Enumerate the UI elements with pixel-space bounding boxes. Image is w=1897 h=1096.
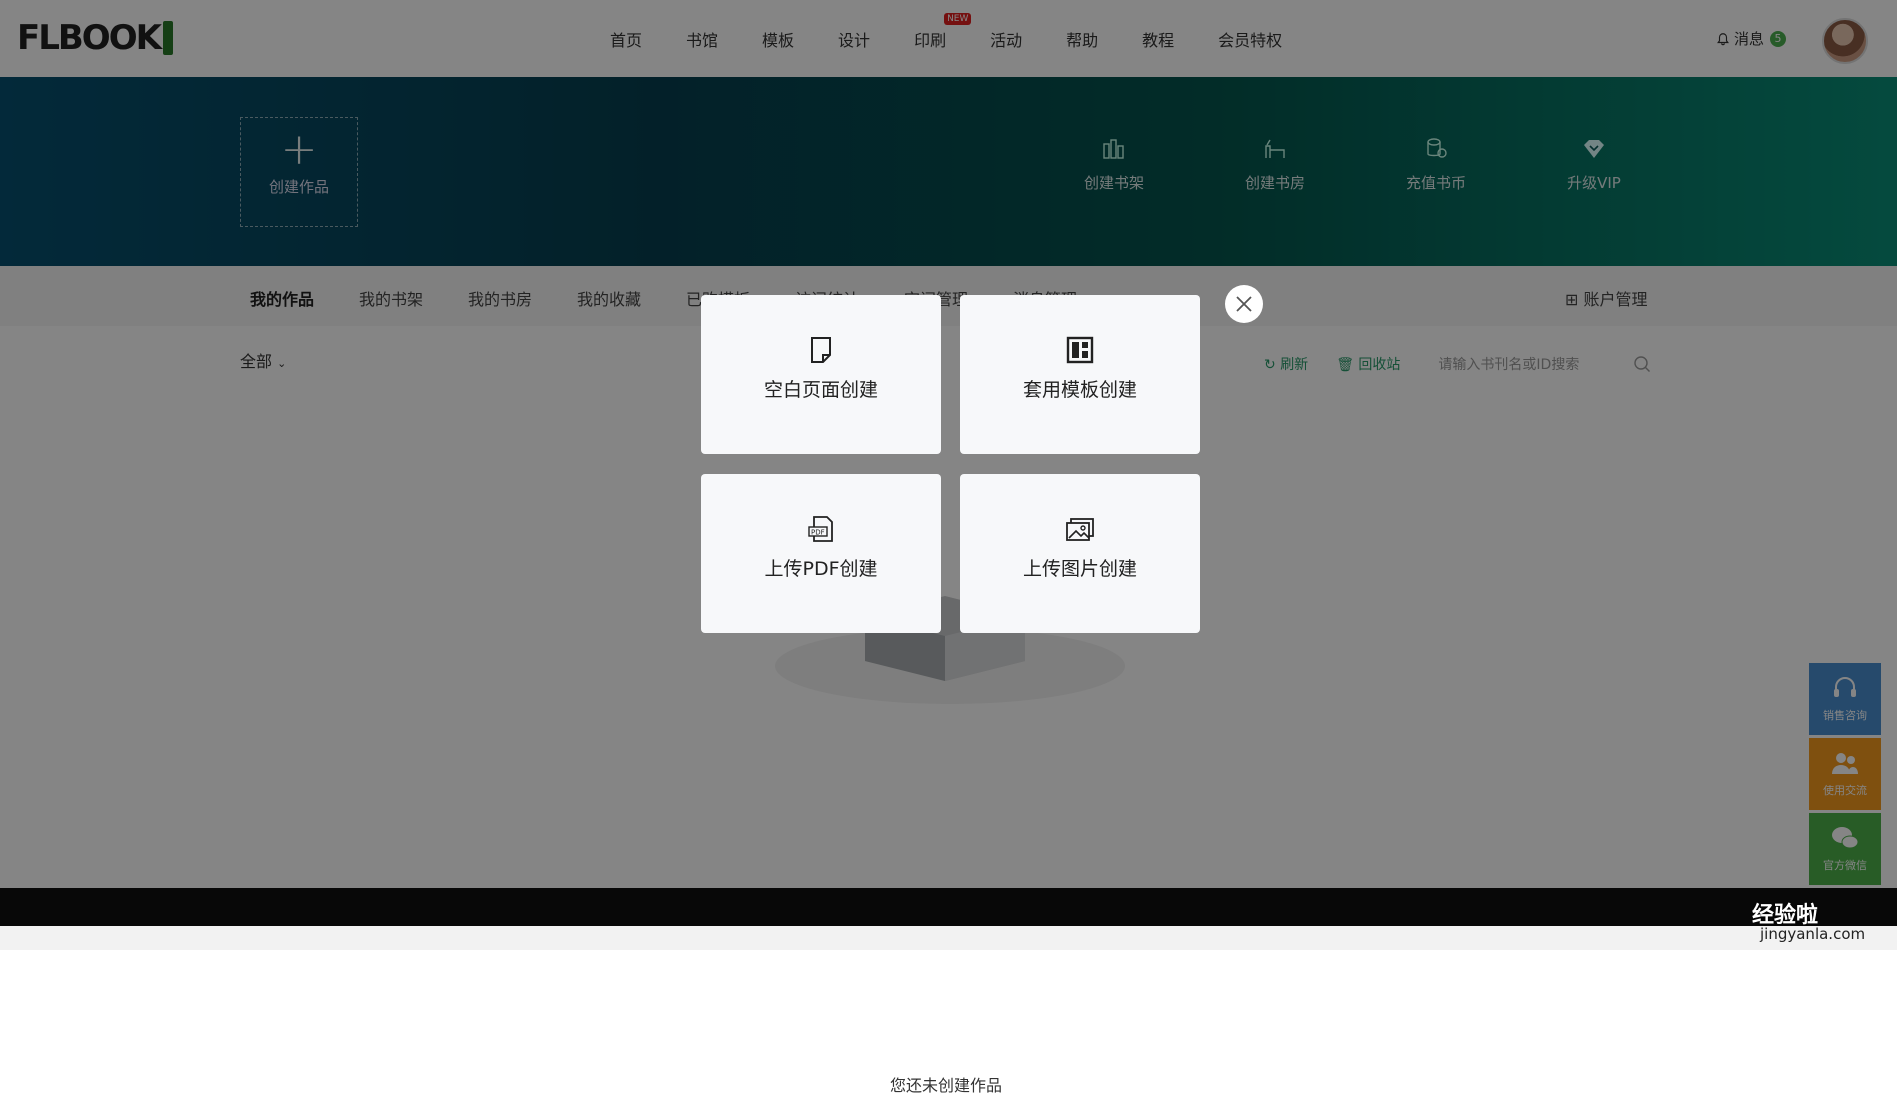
create-blank-page-option[interactable]: 空白页面创建 xyxy=(701,295,941,454)
template-icon xyxy=(1066,336,1094,364)
empty-state-text: 您还未创建作品 xyxy=(890,1076,1003,1095)
image-icon xyxy=(1066,518,1094,541)
upload-pdf-label: 上传PDF创建 xyxy=(764,558,878,580)
modal-overlay[interactable] xyxy=(0,0,1897,926)
pdf-icon: PDF xyxy=(808,516,833,542)
watermark-url: jingyanla.com xyxy=(1760,925,1866,943)
blank-page-icon xyxy=(811,337,831,363)
close-button[interactable] xyxy=(1225,285,1263,323)
browser-status-bar xyxy=(0,926,1897,950)
close-icon xyxy=(1236,296,1252,312)
upload-image-option[interactable]: 上传图片创建 xyxy=(960,474,1200,633)
svg-text:PDF: PDF xyxy=(811,529,825,537)
use-template-option[interactable]: 套用模板创建 xyxy=(960,295,1200,454)
use-template-label: 套用模板创建 xyxy=(1022,379,1137,401)
create-blank-page-label: 空白页面创建 xyxy=(763,379,878,401)
upload-pdf-option[interactable]: PDF 上传PDF创建 xyxy=(701,474,941,633)
upload-image-label: 上传图片创建 xyxy=(1022,558,1137,580)
